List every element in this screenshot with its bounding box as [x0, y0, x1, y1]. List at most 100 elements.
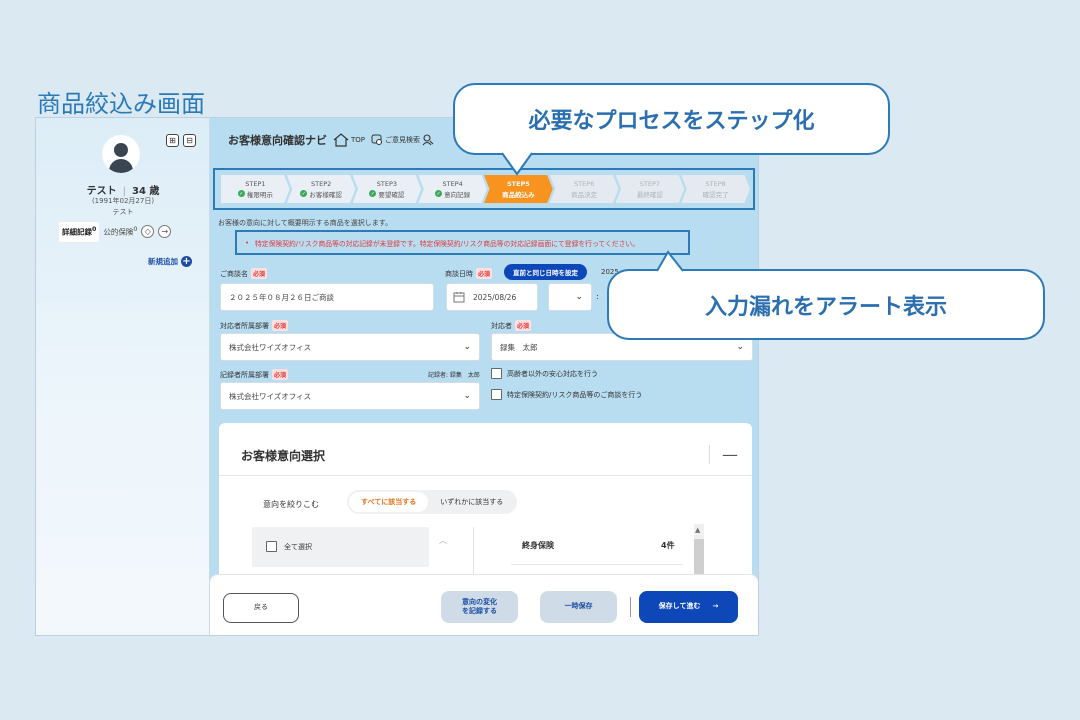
- chevron-down-icon: ⌄: [736, 342, 744, 352]
- step-label-row: ✓ 権限明示: [237, 189, 273, 199]
- seg-all-button[interactable]: すべてに該当する: [349, 492, 429, 512]
- back-button[interactable]: 戻る: [223, 593, 299, 623]
- step-3[interactable]: STEP3 ✓ 要望確認: [352, 175, 422, 203]
- select-all-row[interactable]: 全て選択: [252, 527, 429, 567]
- check-icon: ✓: [369, 190, 377, 197]
- shield-icon[interactable]: ◇: [141, 225, 155, 239]
- step-number: STEP5: [506, 179, 530, 188]
- step-navigator: STEP1 ✓ 権限明示 STEP2 ✓ お客様確認 STEP3 ✓ 要望確認 STEP4 ✓ 意向記…: [213, 168, 755, 210]
- handler-label: 対応者 必須: [491, 320, 532, 331]
- grid-icon[interactable]: ⊞: [166, 134, 179, 147]
- callout-text: 必要なプロセスをステップ化: [528, 109, 815, 134]
- alert-callout: 入力漏れをアラート表示: [607, 269, 1045, 340]
- seg-any-button[interactable]: いずれかに該当する: [428, 492, 515, 512]
- tab-detail-record[interactable]: 詳細記録0: [59, 222, 100, 242]
- input-value: 株式会社ワイズオフィス: [229, 342, 312, 352]
- steps-callout: 必要なプロセスをステップ化: [453, 83, 890, 155]
- check-icon: ✓: [300, 190, 308, 197]
- record-change-button[interactable]: 意向の変化 を記録する: [441, 591, 518, 623]
- button-label: 意向の変化 を記録する: [462, 597, 497, 615]
- recorder-dept-select[interactable]: 株式会社ワイズオフィス ⌄: [220, 382, 480, 410]
- step-number: STEP8: [705, 179, 726, 188]
- customer-name-row: テスト | 34 歳: [36, 182, 210, 197]
- collapse-button[interactable]: —: [709, 445, 738, 464]
- elderly-checkbox-row[interactable]: 高齢者以外の安心対応を行う: [491, 368, 598, 379]
- select-all-checkbox[interactable]: [266, 541, 277, 552]
- step-label: お客様確認: [309, 190, 342, 199]
- sidebar-icon-group: ⊞ ⊟: [166, 134, 196, 147]
- chevron-down-icon: ⌄: [463, 342, 471, 352]
- new-add-button[interactable]: 新規追加 +: [148, 256, 192, 267]
- chevron-down-icon: ⌄: [463, 391, 471, 401]
- step-label: 確認完了: [702, 190, 729, 199]
- divider: [219, 475, 752, 476]
- recorder-dept-label: 記録者所属部署 必須: [220, 369, 289, 380]
- required-badge: 必須: [515, 320, 532, 331]
- label-text: ご商談名: [220, 269, 248, 278]
- step-label-row: 確認完了: [703, 189, 729, 199]
- step-label: 権限明示: [246, 190, 273, 199]
- step-6[interactable]: STEP6 商品決定: [549, 175, 619, 203]
- layout-icon[interactable]: ⊟: [183, 134, 196, 147]
- required-badge: 必須: [272, 369, 289, 380]
- checkbox-label: 特定保険契約/リスク商品等のご商談を行う: [507, 390, 643, 399]
- product-name: 終身保険: [522, 541, 554, 550]
- step-number: STEP7: [639, 179, 660, 188]
- step-4[interactable]: STEP4 ✓ 意向記録: [418, 175, 487, 203]
- tab-label: 公的保険: [103, 227, 134, 237]
- meeting-name-input[interactable]: ２０２５年０８月２６日ご商談: [220, 283, 434, 311]
- top-link[interactable]: TOP: [333, 133, 365, 147]
- panel-title: お客様意向選択: [241, 449, 326, 463]
- hour-select[interactable]: ⌄: [548, 283, 592, 311]
- temp-save-button[interactable]: 一時保存: [540, 591, 617, 623]
- step-label-row: ✓ 意向記録: [435, 189, 470, 199]
- save-next-button[interactable]: 保存して進む →: [639, 591, 738, 623]
- time-colon: :: [596, 292, 599, 301]
- input-value: 録集 太郎: [500, 342, 538, 352]
- callout-tail: [656, 250, 684, 272]
- step-1[interactable]: STEP1 ✓ 権限明示: [221, 175, 290, 203]
- main-content: お客様意向確認ナビ TOP ご意見検索 STEP1 ✓ 権限明示 STEP2 ✓ お客様確…: [210, 118, 758, 635]
- step-5[interactable]: STEP5 商品絞込み: [484, 175, 553, 203]
- divider: [511, 564, 683, 565]
- customer-sidebar: ⊞ ⊟ テスト | 34 歳 (1991年02月27日) テスト 詳細記録0 公的保…: [36, 118, 210, 635]
- avatar-head: [114, 143, 128, 157]
- user-search-icon: [422, 134, 434, 146]
- meeting-date-input[interactable]: 2025/08/26: [446, 283, 538, 311]
- step-label-row: 商品決定: [571, 189, 597, 199]
- special-checkbox[interactable]: [491, 389, 502, 400]
- scroll-up-icon[interactable]: ︿: [439, 535, 447, 546]
- callout-tail: [501, 152, 533, 176]
- step-7[interactable]: STEP7 最終確認: [615, 175, 685, 203]
- dept-select[interactable]: 株式会社ワイズオフィス ⌄: [220, 333, 480, 361]
- elderly-checkbox[interactable]: [491, 368, 502, 379]
- customer-kana: テスト: [112, 208, 134, 216]
- special-checkbox-row[interactable]: 特定保険契約/リスク商品等のご商談を行う: [491, 389, 642, 400]
- step-label: 意向記録: [444, 190, 471, 199]
- step-number: STEP2: [310, 179, 332, 188]
- search-link[interactable]: ご意見検索: [371, 134, 434, 146]
- input-value: ２０２５年０８月２６日ご商談: [229, 292, 334, 302]
- tab-label: 詳細記録: [62, 227, 92, 237]
- step-label-row: 商品絞込み: [502, 189, 535, 199]
- step-label-row: ✓ 要望確認: [369, 189, 404, 199]
- top-label: TOP: [351, 136, 366, 144]
- step-2[interactable]: STEP2 ✓ お客様確認: [286, 175, 356, 203]
- same-date-button[interactable]: 直前と同じ日時を設定: [504, 264, 587, 280]
- arrow-right-icon[interactable]: →: [158, 225, 172, 239]
- select-all-label: 全て選択: [284, 543, 312, 551]
- callout-text: 入力漏れをアラート表示: [704, 294, 947, 320]
- missing-input-alert: • 特定保険契約/リスク商品等の対応記録が未登録です。特定保険契約/リスク商品等…: [235, 230, 690, 255]
- customer-birthdate: (1991年02月27日): [91, 197, 155, 205]
- check-icon: ✓: [435, 190, 443, 197]
- scroll-up-icon[interactable]: ▲: [695, 526, 700, 534]
- label-text: 対応者所属部署: [220, 321, 269, 330]
- tab-public-insurance[interactable]: 公的保険0: [103, 226, 137, 238]
- checkbox-label: 高齢者以外の安心対応を行う: [507, 369, 598, 378]
- step-label: 最終確認: [636, 190, 663, 199]
- step-8[interactable]: STEP8 確認完了: [681, 175, 750, 203]
- plus-icon: +: [181, 255, 192, 267]
- page-heading: 商品絞込み画面: [37, 90, 205, 118]
- step-label: 商品決定: [571, 190, 598, 199]
- app-screen: ⊞ ⊟ テスト | 34 歳 (1991年02月27日) テスト 詳細記録0 公的保…: [35, 117, 759, 636]
